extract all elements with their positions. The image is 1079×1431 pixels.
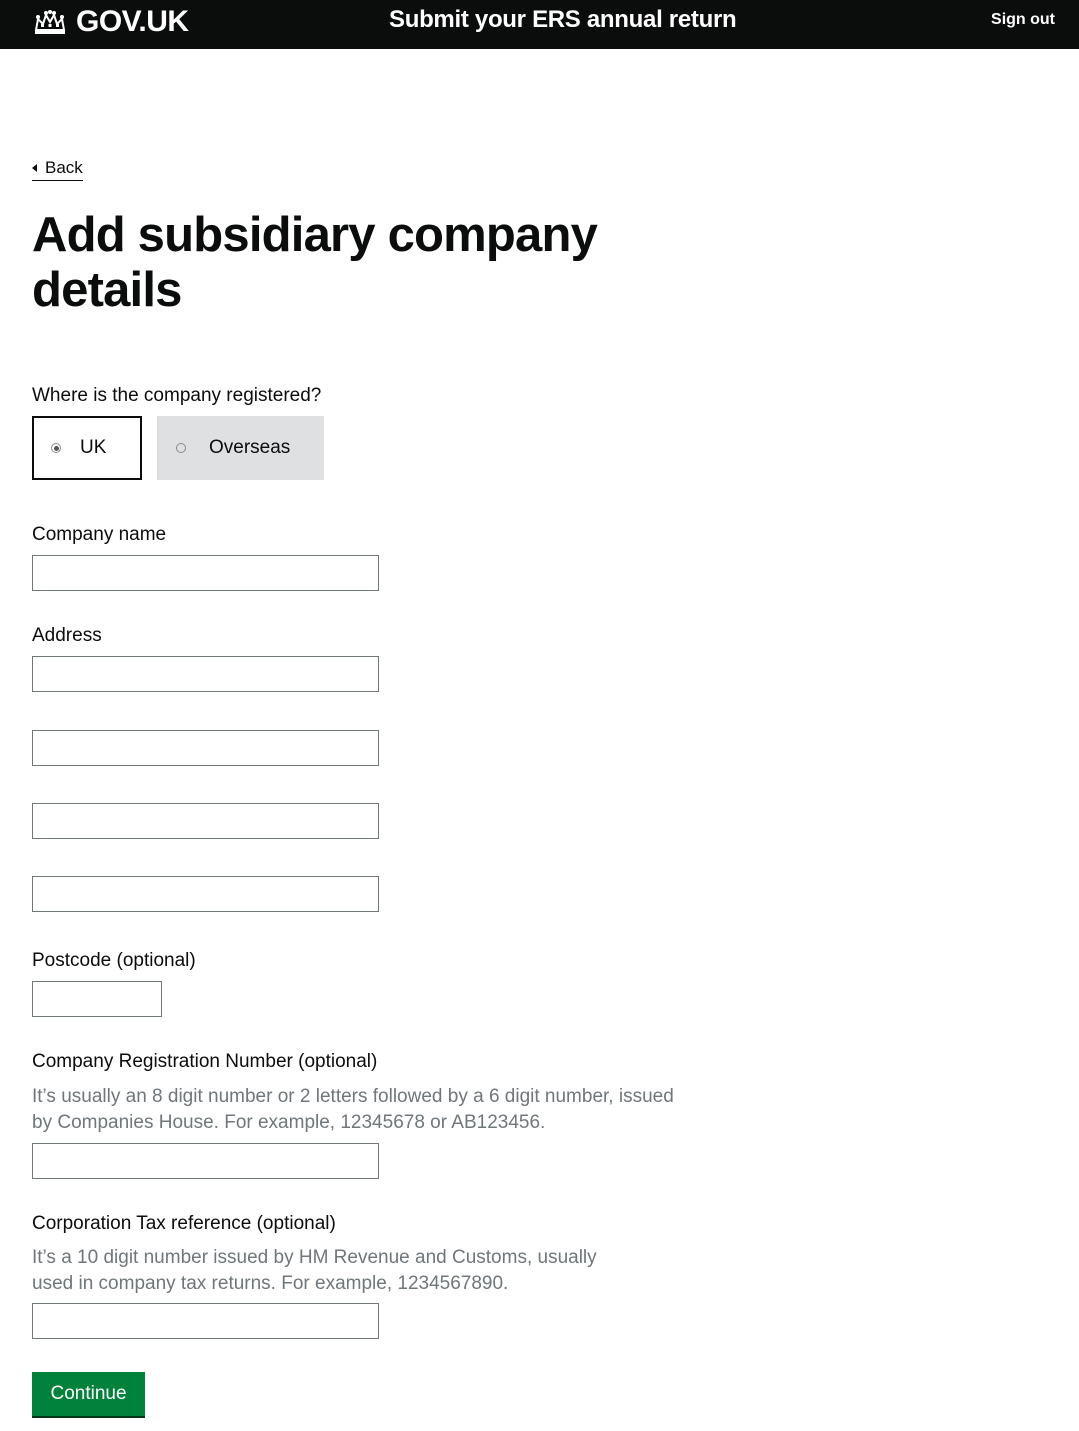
radio-option-overseas[interactable]: Overseas: [157, 416, 324, 480]
service-name-link[interactable]: Submit your ERS annual return: [389, 6, 737, 34]
postcode-input[interactable]: [32, 981, 162, 1017]
ct-ref-input[interactable]: [32, 1303, 379, 1339]
address-label: Address: [32, 625, 102, 646]
logo-text: GOV.UK: [76, 5, 189, 38]
radio-unchecked-icon: [176, 443, 186, 453]
ct-ref-label: Corporation Tax reference (optional): [32, 1213, 336, 1234]
continue-button[interactable]: Continue: [32, 1372, 145, 1416]
crn-hint: It’s usually an 8 digit number or 2 lett…: [32, 1084, 732, 1136]
postcode-label: Postcode (optional): [32, 950, 196, 971]
company-name-input[interactable]: [32, 555, 379, 591]
radio-checked-icon: [51, 443, 61, 453]
radio-option-overseas-label: Overseas: [209, 437, 291, 458]
address-line-2-input[interactable]: [32, 730, 379, 766]
crn-hint-line-2: by Companies House. For example, 1234567…: [32, 1112, 546, 1133]
back-arrow-icon: [32, 164, 37, 172]
ct-ref-hint-line-1: It’s a 10 digit number issued by HM Reve…: [32, 1247, 597, 1268]
govuk-logo-link[interactable]: GOV.UK: [32, 4, 189, 40]
crn-input[interactable]: [32, 1143, 379, 1179]
back-link[interactable]: Back: [32, 157, 83, 181]
sign-out-link[interactable]: Sign out: [991, 11, 1055, 29]
ct-ref-hint: It’s a 10 digit number issued by HM Reve…: [32, 1245, 732, 1297]
address-line-1-input[interactable]: [32, 656, 379, 692]
ct-ref-hint-line-2: used in company tax returns. For example…: [32, 1273, 509, 1294]
address-line-4-input[interactable]: [32, 876, 379, 912]
crn-label: Company Registration Number (optional): [32, 1051, 378, 1072]
company-name-label: Company name: [32, 524, 167, 545]
radio-option-uk-label: UK: [80, 437, 107, 458]
crown-icon: [34, 10, 66, 34]
crn-hint-line-1: It’s usually an 8 digit number or 2 lett…: [32, 1086, 674, 1107]
back-link-label: Back: [45, 158, 83, 177]
site-header: GOV.UK Submit your ERS annual return Sig…: [0, 0, 1079, 49]
radio-option-uk[interactable]: UK: [32, 416, 142, 480]
registration-question: Where is the company registered?: [32, 385, 322, 406]
address-line-3-input[interactable]: [32, 803, 379, 839]
page-title: Add subsidiary company details: [32, 208, 598, 317]
